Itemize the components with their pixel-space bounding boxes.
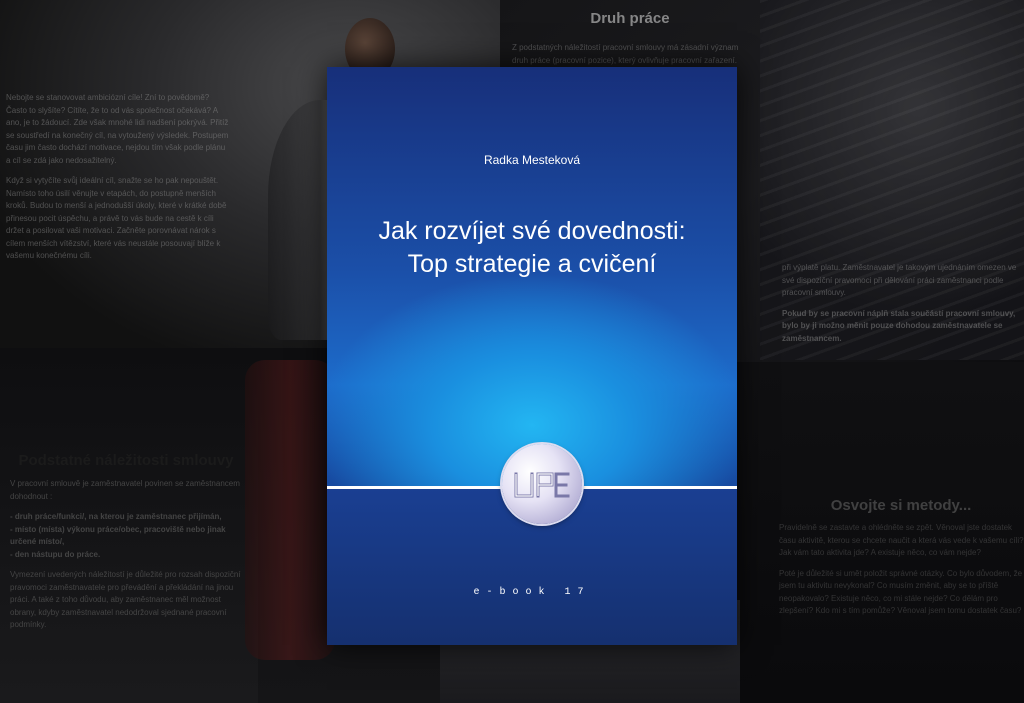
heading-podstatne-nalezitosti: Podstatné náležitosti smlouvy [18,452,234,469]
paragraph: Když si vytyčíte svůj ideální cíl, snažt… [6,176,227,260]
book-title: Jak rozvíjet své dovednosti: Top strateg… [327,215,737,281]
background-text-top-right: Z podstatných náležitostí pracovní smlou… [512,42,748,67]
paragraph: Vymezení uvedených náležitostí je důleži… [10,570,241,629]
person-leg-image [245,360,335,660]
paragraph: Nebojte se stanovovat ambiciózní cíle! Z… [6,93,229,165]
title-line-1: Jak rozvíjet své dovednosti: [378,217,686,245]
list-item: - místo (místa) výkonu práce/obec, praco… [10,524,226,547]
author-name: Radka Mesteková [483,153,581,167]
background-text-bottom-right: Pravidelně se zastavte a ohlédněte se zp… [779,522,1024,626]
edition-label: e-book 17 [473,587,591,598]
ebook-cover[interactable]: Radka Mesteková Jak rozvíjet své dovedno… [327,67,737,645]
up-logo-icon [502,444,582,524]
paragraph: Pravidelně se zastavte a ohlédněte se zp… [779,523,1024,557]
background-text-bottom-left: V pracovní smlouvě je zaměstnavatel povi… [10,478,242,640]
paragraph: Z podstatných náležitostí pracovní smlou… [512,43,739,65]
paragraph: V pracovní smlouvě je zaměstnavatel povi… [10,479,240,501]
requirements-list: - druh práce/funkci/, na kterou je zaměs… [10,511,242,561]
title-line-2: Top strategie a cvičení [407,250,657,278]
background-text-top-left: Nebojte se stanovovat ambiciózní cíle! Z… [6,92,231,271]
heading-druh-prace: Druh práce [590,10,670,27]
heading-osvojte-si-metody: Osvojte si metody... [830,497,972,514]
paragraph: Pokud by se pracovní náplň stala součást… [782,308,1016,343]
paragraph: Poté je důležité si umět položit správné… [779,568,1023,616]
background-text-right-middle: při výplatě platu. Zaměstnavatel je tako… [782,262,1018,353]
list-item: - den nástupu do práce. [10,549,101,559]
paragraph: při výplatě platu. Zaměstnavatel je tako… [782,263,1017,297]
list-item: - druh práce/funkci/, na kterou je zaměs… [10,512,222,521]
